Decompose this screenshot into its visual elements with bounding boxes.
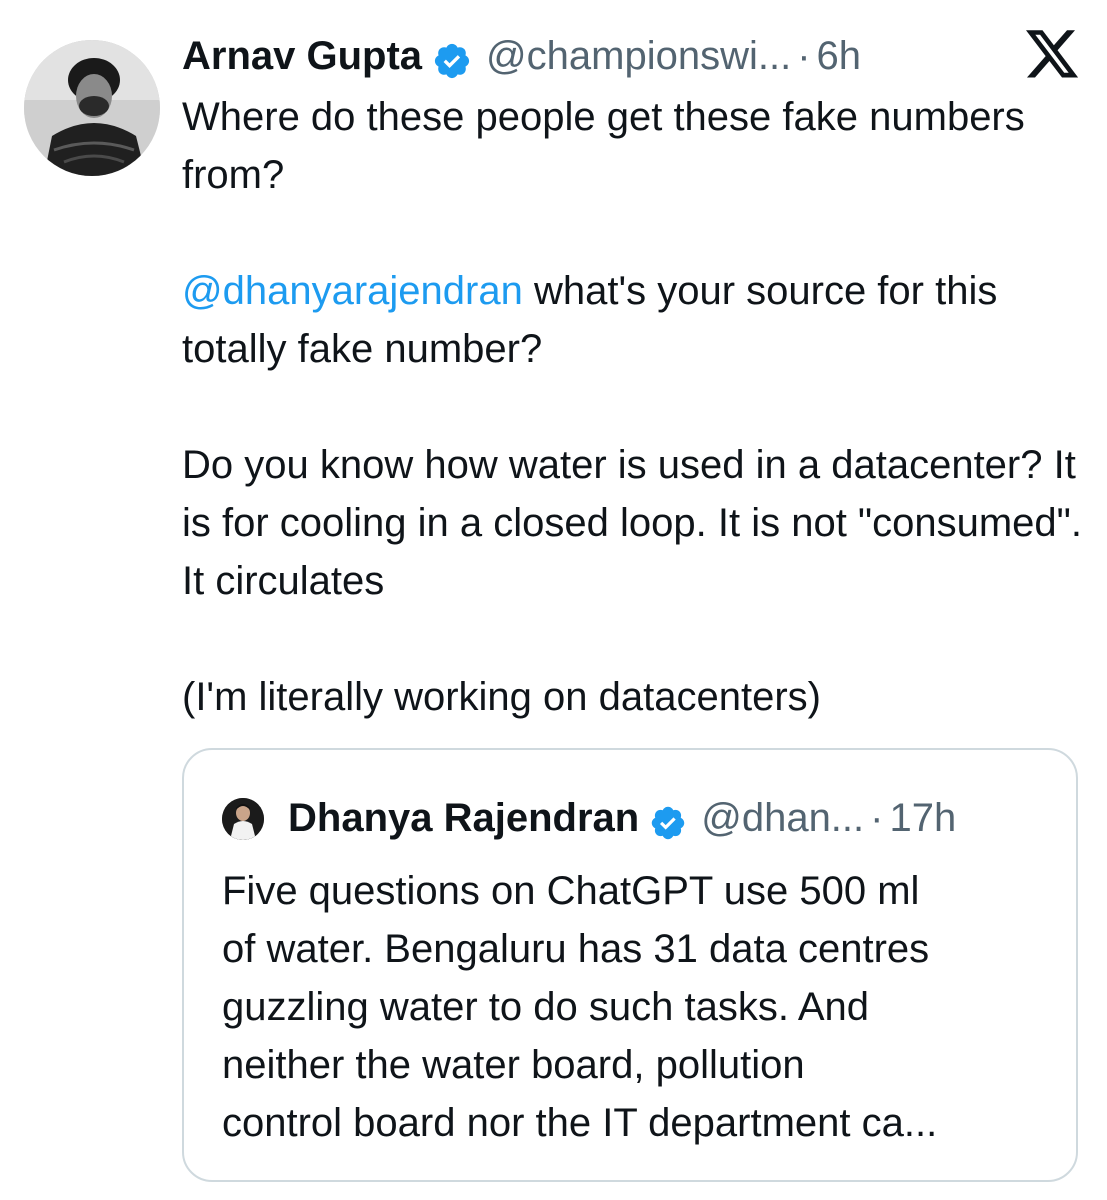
quoted-tweet-text: Five questions on ChatGPT use 500 ml of … [222, 862, 1052, 1152]
quoted-text-line: Five questions on ChatGPT use 500 ml [222, 869, 920, 913]
avatar-photo [24, 40, 160, 176]
separator-dot: · [870, 796, 884, 840]
quoted-author-name[interactable]: Dhanya Rajendran [288, 788, 639, 848]
tweet-paragraph: (I'm literally working on datacenters) [182, 668, 1082, 726]
author-avatar[interactable] [24, 40, 160, 176]
tweet-paragraph: Do you know how water is used in a datac… [182, 436, 1082, 610]
paragraph-text: Where do these people get these fake num… [182, 95, 1025, 197]
x-logo-icon[interactable] [1026, 30, 1080, 80]
quoted-avatar-photo [222, 798, 264, 840]
quoted-text-line: of water. Bengaluru has 31 data centres [222, 927, 930, 971]
quoted-timestamp[interactable]: 17h [889, 788, 956, 848]
separator-dot: · [797, 34, 811, 78]
paragraph-text: (I'm literally working on datacenters) [182, 675, 821, 719]
tweet-text: Where do these people get these fake num… [182, 88, 1082, 726]
author-handle[interactable]: @championswi... [486, 24, 791, 88]
verified-badge-icon [432, 36, 472, 79]
mention-link[interactable]: @dhanyarajendran [182, 269, 523, 313]
quoted-text-line: control board nor the IT department ca..… [222, 1101, 938, 1145]
verified-badge-icon [649, 799, 687, 840]
timestamp[interactable]: 6h [817, 24, 862, 88]
author-name[interactable]: Arnav Gupta [182, 24, 422, 88]
quoted-author-avatar[interactable] [222, 798, 264, 840]
quoted-tweet-header: Dhanya Rajendran @dhan... · 17h [288, 788, 956, 848]
paragraph-text: Do you know how water is used in a datac… [182, 443, 1082, 603]
tweet-paragraph: @dhanyarajendran what's your source for … [182, 262, 1082, 378]
quoted-author-handle[interactable]: @dhan... [701, 788, 864, 848]
quoted-text-line: guzzling water to do such tasks. And [222, 985, 870, 1029]
quoted-text-line: neither the water board, pollution [222, 1043, 805, 1087]
tweet-header: Arnav Gupta @championswi... · 6h [182, 24, 861, 88]
tweet-paragraph: Where do these people get these fake num… [182, 88, 1082, 204]
quoted-tweet[interactable]: Dhanya Rajendran @dhan... · 17h Five que… [182, 748, 1078, 1182]
